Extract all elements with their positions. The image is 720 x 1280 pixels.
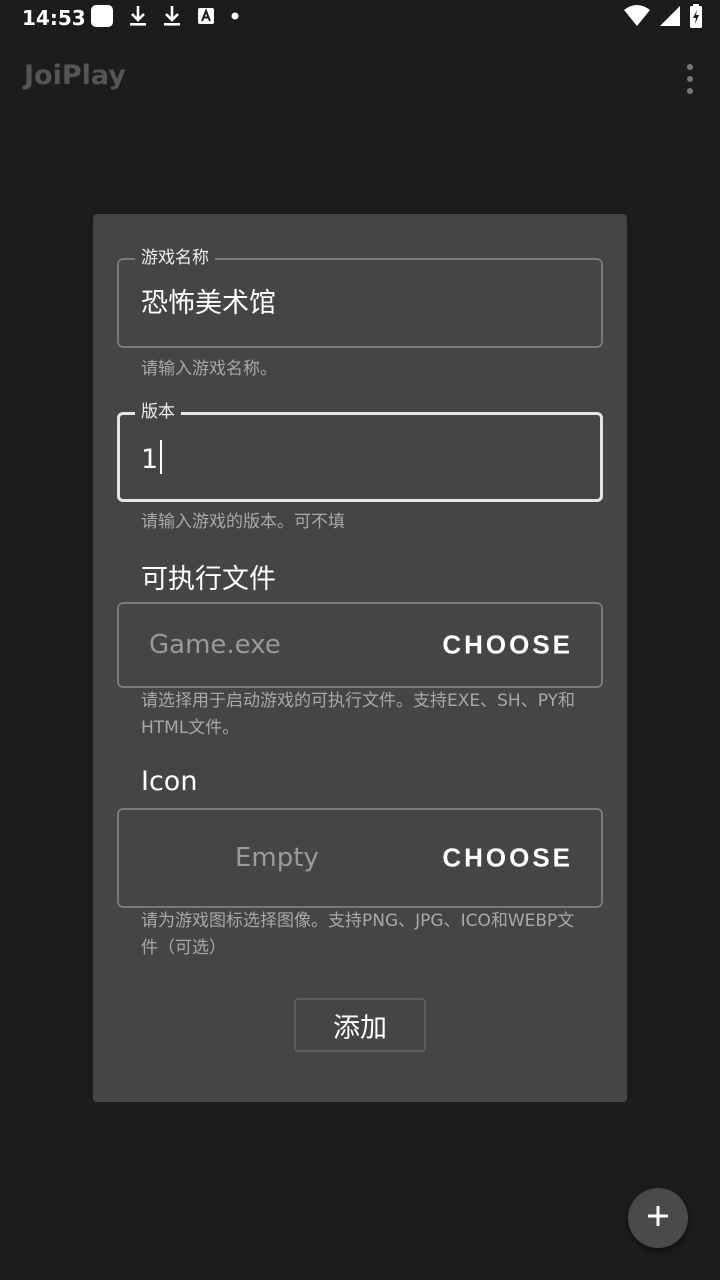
status-bar: 14:53 bbox=[0, 0, 720, 40]
version-field[interactable]: 版本 1 bbox=[117, 401, 603, 502]
icon-title: Icon bbox=[141, 766, 198, 797]
version-value: 1 bbox=[141, 440, 163, 478]
add-button[interactable]: 添加 bbox=[294, 998, 426, 1052]
game-name-label: 游戏名称 bbox=[135, 247, 215, 269]
download-icon bbox=[162, 4, 182, 32]
icon-helper: 请为游戏图标选择图像。支持PNG、JPG、ICO和WEBP文件（可选） bbox=[141, 911, 575, 958]
keyboard-a-icon bbox=[196, 4, 216, 32]
wifi-icon bbox=[624, 5, 650, 31]
version-helper: 请输入游戏的版本。可不填 bbox=[141, 512, 345, 532]
executable-title: 可执行文件 bbox=[141, 564, 276, 595]
app-bar: JoiPlay bbox=[0, 40, 720, 120]
text-cursor bbox=[160, 440, 163, 474]
game-name-field[interactable]: 游戏名称 恐怖美术馆 bbox=[117, 247, 603, 348]
executable-placeholder: Game.exe bbox=[149, 630, 281, 660]
download-icon bbox=[128, 4, 148, 32]
add-game-dialog: 游戏名称 恐怖美术馆 请输入游戏名称。 版本 1 请输入游戏的版本。可不填 可执… bbox=[93, 214, 627, 1102]
dot-icon bbox=[230, 4, 240, 32]
game-name-value: 恐怖美术馆 bbox=[141, 288, 276, 319]
more-vertical-icon[interactable] bbox=[684, 64, 696, 94]
status-time: 14:53 bbox=[22, 6, 86, 30]
system-icons bbox=[624, 4, 702, 32]
version-label: 版本 bbox=[135, 401, 181, 423]
choose-icon-button[interactable]: CHOOSE bbox=[442, 843, 573, 874]
icon-picker[interactable]: Empty CHOOSE bbox=[117, 808, 603, 908]
notification-icons bbox=[90, 4, 240, 32]
battery-charging-icon bbox=[690, 4, 702, 32]
app-title: JoiPlay bbox=[24, 60, 126, 91]
executable-picker[interactable]: Game.exe CHOOSE bbox=[117, 602, 603, 688]
signal-icon bbox=[660, 5, 680, 31]
add-game-fab[interactable] bbox=[628, 1188, 688, 1248]
game-name-helper: 请输入游戏名称。 bbox=[141, 359, 277, 379]
executable-helper: 请选择用于启动游戏的可执行文件。支持EXE、SH、PY和HTML文件。 bbox=[141, 691, 575, 738]
choose-executable-button[interactable]: CHOOSE bbox=[442, 630, 573, 661]
icon-placeholder: Empty bbox=[235, 843, 319, 873]
plus-icon bbox=[645, 1203, 671, 1233]
app-square-icon bbox=[90, 4, 114, 32]
